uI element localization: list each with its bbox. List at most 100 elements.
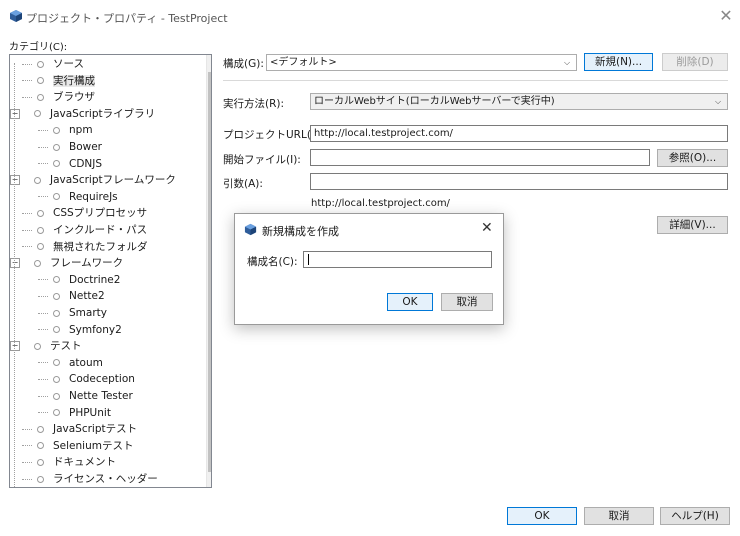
tree-item[interactable]: ドキュメント <box>22 454 116 470</box>
tree-item-label: 実行構成 <box>53 74 95 87</box>
tree-item-label: PHPUnit <box>69 406 111 419</box>
node-icon <box>37 475 44 483</box>
scroll-up-icon[interactable]: ▲ <box>206 55 211 71</box>
tree-item-label: Seleniumテスト <box>53 439 134 452</box>
tree-item-label: RequireJs <box>69 190 118 203</box>
dialog-close-icon[interactable]: ✕ <box>481 220 493 236</box>
tree-item[interactable]: ライセンス・ヘッダー <box>22 471 158 487</box>
node-icon <box>53 292 60 300</box>
tree-item[interactable]: CSSプリプロセッサ <box>22 205 147 221</box>
collapse-toggle-icon[interactable]: − <box>10 341 20 352</box>
tree-connector <box>38 412 48 414</box>
tree-item-label: フレームワーク <box>50 257 124 270</box>
start-file-label: 開始ファイル(I): <box>223 154 301 166</box>
tree-item[interactable]: Bower <box>38 139 102 155</box>
tree-connector <box>22 63 32 65</box>
collapse-toggle-icon[interactable]: − <box>10 175 20 186</box>
run-method-value: ローカルWebサイト(ローカルWebサーバーで実行中) <box>314 96 555 107</box>
config-combo[interactable]: <デフォルト> ⌵ <box>266 54 577 71</box>
tree-item[interactable]: − JavaScriptライブラリ <box>10 106 155 122</box>
tree-item-label: JavaScriptフレームワーク <box>50 174 176 187</box>
scroll-down-icon[interactable]: ▼ <box>206 471 211 487</box>
browse-button[interactable]: 参照(O)... <box>657 149 728 167</box>
tree-item[interactable]: ソース <box>22 56 84 72</box>
tree-item[interactable]: インクルード・パス <box>22 222 147 238</box>
run-method-label: 実行方法(R): <box>223 98 285 110</box>
node-icon <box>37 243 44 251</box>
tree-connector <box>38 395 48 397</box>
run-method-combo[interactable]: ローカルWebサイト(ローカルWebサーバーで実行中) ⌵ <box>310 93 728 110</box>
category-tree[interactable]: ソース実行構成ブラウザ − JavaScriptライブラリ npm Bower CDNJS… <box>9 54 212 488</box>
window-title: プロジェクト・プロパティ - TestProject <box>26 12 228 25</box>
tree-connector <box>22 96 32 98</box>
tree-connector <box>38 196 48 198</box>
ok-button[interactable]: OK <box>507 507 577 525</box>
app-cube-icon <box>244 223 257 236</box>
new-config-button[interactable]: 新規(N)... <box>584 53 653 71</box>
node-icon <box>37 458 44 466</box>
tree-item-label: Codeception <box>69 373 135 386</box>
url-preview: http://local.testproject.com/ <box>311 198 450 209</box>
tree-item[interactable]: JavaScriptテスト <box>22 421 137 437</box>
tree-item-label: ドキュメント <box>53 456 116 469</box>
node-icon <box>37 425 44 433</box>
collapse-toggle-icon[interactable]: − <box>10 108 20 119</box>
tree-item[interactable]: Symfony2 <box>38 322 122 338</box>
delete-config-button[interactable]: 削除(D) <box>662 53 728 71</box>
collapse-toggle-icon[interactable]: − <box>10 258 20 269</box>
tree-item-label: JavaScriptライブラリ <box>50 107 156 120</box>
tree-item[interactable]: 実行構成 <box>22 73 95 89</box>
tree-item[interactable]: Seleniumテスト <box>22 438 133 454</box>
tree-item[interactable]: npm <box>38 122 93 138</box>
tree-connector <box>38 312 48 314</box>
tree-item-label: 無視されたフォルダ <box>53 240 148 253</box>
start-file-input[interactable] <box>310 149 650 166</box>
config-name-label: 構成名(C): <box>247 256 298 268</box>
node-icon <box>53 409 60 417</box>
tree-item-label: Smarty <box>69 307 107 319</box>
tree-item[interactable]: Nette2 <box>38 288 105 304</box>
tree-item-label: ライセンス・ヘッダー <box>53 473 158 485</box>
node-icon <box>34 110 41 118</box>
tree-item[interactable]: ブラウザ <box>22 89 95 105</box>
window-close-icon[interactable]: ✕ <box>716 6 736 26</box>
tree-connector <box>38 146 48 148</box>
tree-item[interactable]: PHPUnit <box>38 405 111 421</box>
tree-item[interactable]: Codeception <box>38 371 135 387</box>
tree-item-label: インクルード・パス <box>53 224 148 236</box>
tree-item-label: Symfony2 <box>69 323 122 336</box>
node-icon <box>37 226 44 234</box>
args-input[interactable] <box>310 173 728 190</box>
dialog-title: 新規構成を作成 <box>262 225 339 238</box>
tree-scroll-thumb[interactable] <box>208 72 211 472</box>
tree-connector <box>38 362 48 364</box>
tree-item[interactable]: CDNJS <box>38 156 102 172</box>
dialog-ok-button[interactable]: OK <box>387 293 433 311</box>
tree-item[interactable]: Smarty <box>38 305 107 321</box>
tree-item[interactable]: − フレームワーク <box>10 255 123 271</box>
config-value: <デフォルト> <box>270 57 337 68</box>
config-name-input[interactable] <box>303 251 492 268</box>
args-label: 引数(A): <box>223 178 263 190</box>
tree-item[interactable]: − テスト <box>10 338 82 354</box>
tree-item[interactable]: Doctrine2 <box>38 272 120 288</box>
tree-connector <box>22 445 32 447</box>
tree-item-label: Bower <box>69 141 102 153</box>
tree-item-label: ブラウザ <box>53 91 95 104</box>
dialog-cancel-button[interactable]: 取消 <box>441 293 493 311</box>
project-url-input[interactable]: http://local.testproject.com/ <box>310 125 728 142</box>
details-button[interactable]: 詳細(V)... <box>657 216 728 234</box>
tree-item[interactable]: Nette Tester <box>38 388 133 404</box>
tree-item[interactable]: − JavaScriptフレームワーク <box>10 172 176 188</box>
tree-connector <box>38 329 48 331</box>
node-icon <box>53 276 60 284</box>
node-icon <box>53 309 60 317</box>
tree-item-label: CDNJS <box>69 157 103 170</box>
cancel-button[interactable]: 取消 <box>584 507 654 525</box>
tree-connector <box>22 428 32 430</box>
tree-item[interactable]: RequireJs <box>38 189 118 205</box>
help-button[interactable]: ヘルプ(H) <box>660 507 730 525</box>
tree-item[interactable]: 無視されたフォルダ <box>22 239 148 255</box>
tree-item[interactable]: atoum <box>38 355 103 371</box>
new-config-dialog: 新規構成を作成 ✕ 構成名(C): OK 取消 <box>234 213 504 325</box>
